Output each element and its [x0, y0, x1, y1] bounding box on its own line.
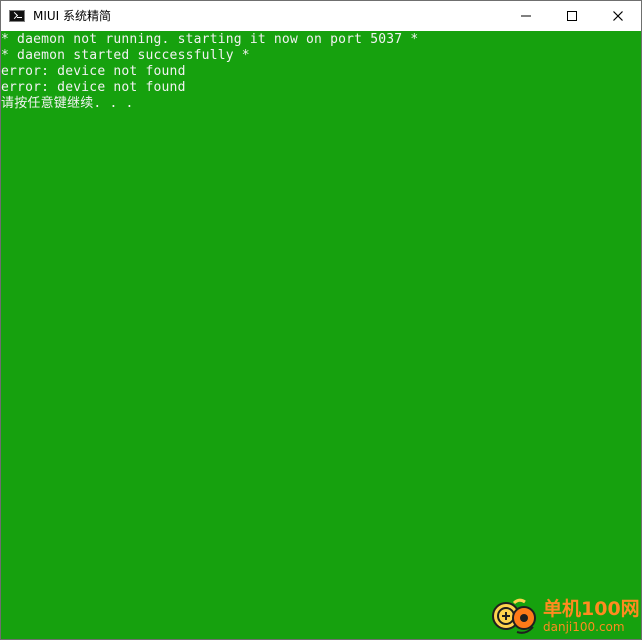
title-bar[interactable]: MIUI 系统精简 [1, 1, 641, 31]
window-controls [503, 1, 641, 31]
console-line: * daemon started successfully * [1, 48, 250, 63]
maximize-icon [567, 11, 577, 21]
console-line: 请按任意键继续. . . [1, 96, 134, 111]
console-icon [9, 10, 25, 22]
minimize-icon [521, 15, 531, 17]
bottom-text-fragment [41, 634, 171, 639]
close-icon [613, 11, 623, 21]
console-line: error: device not found [1, 80, 186, 95]
console-line: * daemon not running. starting it now on… [1, 32, 419, 47]
console-window: MIUI 系统精简 * daemon not running. starting… [0, 0, 642, 640]
console-line: error: device not found [1, 64, 186, 79]
minimize-button[interactable] [503, 1, 549, 31]
console-output[interactable]: * daemon not running. starting it now on… [1, 31, 641, 639]
maximize-button[interactable] [549, 1, 595, 31]
close-button[interactable] [595, 1, 641, 31]
window-title: MIUI 系统精简 [33, 9, 112, 23]
